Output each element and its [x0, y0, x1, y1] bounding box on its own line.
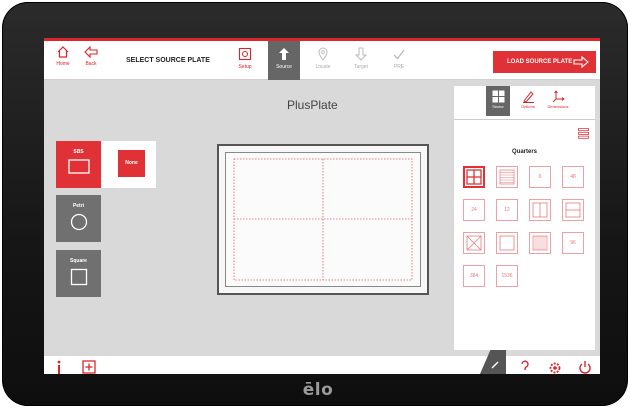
- home-icon: [57, 46, 69, 58]
- arrow-down-icon: [354, 47, 368, 61]
- plate-type-sbs[interactable]: SBS: [56, 141, 101, 188]
- load-button-label: LOAD SOURCE PLATE: [507, 59, 573, 65]
- format-6[interactable]: 6: [529, 166, 551, 188]
- format-cross[interactable]: [463, 232, 485, 254]
- step-label: Locate: [315, 64, 331, 70]
- right-settings-panel: Sector Options Dimensions Quarters 6 48 …: [454, 86, 595, 350]
- tab-label: Sector: [492, 104, 504, 109]
- arrow-up-icon: [279, 48, 289, 60]
- plate-type-petri[interactable]: Petri: [56, 195, 101, 242]
- plate-type-label: SBS: [73, 149, 84, 155]
- app-screen: Home Back SELECT SOURCE PLATE Setup Sour…: [44, 38, 600, 374]
- tab-divider: [454, 119, 595, 120]
- step-label: Setup: [238, 64, 252, 70]
- horizontal-lines-icon: [499, 169, 515, 185]
- home-label: Home: [56, 61, 70, 67]
- format-rows[interactable]: [496, 166, 518, 188]
- help-icon[interactable]: [520, 360, 530, 374]
- format-quarters[interactable]: [463, 166, 485, 188]
- rectangle-icon: [67, 159, 90, 174]
- format-1536[interactable]: 1536: [496, 265, 518, 287]
- checkmark-icon: [393, 49, 405, 60]
- square-icon: [70, 268, 87, 286]
- format-label: 24: [471, 207, 477, 213]
- none-button[interactable]: None: [118, 150, 145, 177]
- load-source-plate-button[interactable]: LOAD SOURCE PLATE: [493, 51, 596, 73]
- back-arrow-icon: [84, 45, 98, 59]
- x-cross-icon: [466, 235, 482, 251]
- plate-subtype-panel: None: [101, 141, 156, 188]
- tab-label: Options: [521, 104, 535, 109]
- format-columns[interactable]: [529, 232, 551, 254]
- page-title: SELECT SOURCE PLATE: [126, 57, 210, 64]
- tab-label: Dimensions: [547, 104, 569, 109]
- step-setup[interactable]: Setup: [229, 41, 261, 80]
- section-title: Quarters: [511, 149, 537, 155]
- format-24[interactable]: 24: [463, 199, 485, 221]
- format-label: 6: [538, 174, 542, 180]
- plate-type-label: Petri: [72, 203, 85, 209]
- format-384[interactable]: 384: [463, 265, 485, 287]
- format-label: 12: [504, 207, 510, 213]
- tab-dimensions[interactable]: Dimensions: [543, 86, 573, 116]
- tab-options[interactable]: Options: [516, 86, 540, 116]
- format-label: 96: [570, 240, 576, 246]
- power-icon[interactable]: [578, 360, 592, 374]
- circle-icon: [70, 213, 87, 231]
- vertical-lines-icon: [532, 235, 548, 251]
- vertical-halves-icon: [532, 202, 548, 218]
- tab-sector[interactable]: Sector: [486, 86, 510, 116]
- format-label: 384: [469, 273, 479, 279]
- back-label: Back: [85, 61, 97, 67]
- back-button[interactable]: Back: [76, 45, 106, 77]
- format-horizontal-halves[interactable]: [562, 199, 584, 221]
- format-48[interactable]: 48: [562, 166, 584, 188]
- format-full[interactable]: [496, 232, 518, 254]
- axes-icon: [552, 90, 565, 103]
- empty-square-icon: [499, 235, 515, 251]
- format-12[interactable]: 12: [496, 199, 518, 221]
- info-icon[interactable]: [54, 360, 64, 374]
- options-pen-icon: [522, 91, 534, 103]
- location-pin-icon: [318, 47, 328, 61]
- plate-type-label: Square: [70, 258, 87, 264]
- step-label: Source: [276, 64, 292, 70]
- horizontal-halves-icon: [565, 202, 581, 218]
- home-button[interactable]: Home: [48, 45, 78, 77]
- step-label: PRE: [393, 64, 405, 70]
- step-pre[interactable]: PRE: [383, 41, 415, 80]
- format-label: 1536: [501, 273, 513, 279]
- format-96[interactable]: 96: [562, 232, 584, 254]
- elo-logo: ēlo: [302, 380, 334, 400]
- step-source[interactable]: Source: [268, 41, 300, 80]
- plate-name-title: PlusPlate: [287, 98, 338, 112]
- plate-type-square[interactable]: Square: [56, 250, 101, 297]
- step-label: Target: [354, 64, 368, 70]
- step-locate[interactable]: Locate: [307, 41, 339, 80]
- gear-icon[interactable]: [548, 360, 562, 374]
- sector-grid-icon: [492, 90, 504, 103]
- step-target[interactable]: Target: [345, 41, 377, 80]
- quarters-grid-icon: [466, 169, 482, 185]
- plate-quarters-grid: [225, 152, 421, 287]
- format-label: 48: [570, 174, 576, 180]
- monitor-bezel: Home Back SELECT SOURCE PLATE Setup Sour…: [2, 2, 628, 406]
- bottom-bar: [44, 356, 600, 374]
- setup-icon: [238, 47, 252, 61]
- quarter-divider-lines: [233, 158, 413, 281]
- top-bar: Home Back SELECT SOURCE PLATE Setup Sour…: [44, 41, 600, 80]
- arrow-right-icon: [573, 56, 589, 68]
- add-box-icon[interactable]: [82, 360, 96, 374]
- format-vertical-halves[interactable]: [529, 199, 551, 221]
- list-menu-icon[interactable]: [578, 128, 589, 139]
- plate-preview: [217, 144, 429, 295]
